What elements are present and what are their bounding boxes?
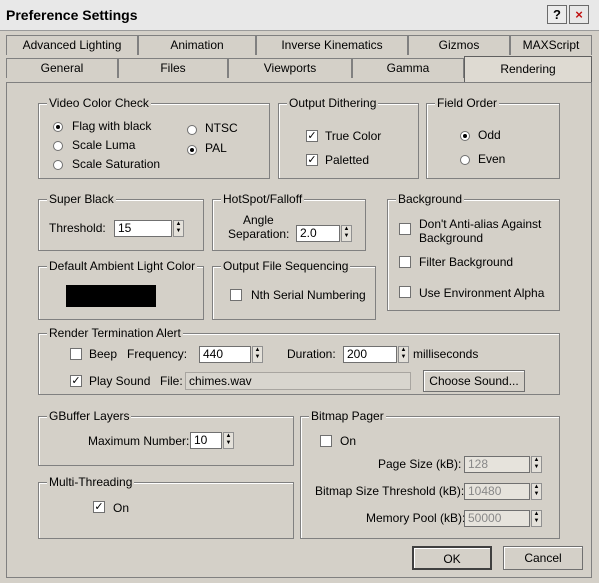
label-dont-antialias-1: Don't Anti-alias Against <box>419 217 542 231</box>
output-file-sequencing-legend: Output File Sequencing <box>221 259 351 273</box>
super-black-legend: Super Black <box>47 192 116 206</box>
field-order-legend: Field Order <box>435 96 500 110</box>
checkbox-filter-background[interactable] <box>399 256 411 268</box>
tab-gamma[interactable]: Gamma <box>352 58 464 78</box>
radio-pal[interactable] <box>187 145 197 155</box>
background-legend: Background <box>396 192 465 206</box>
tab-general[interactable]: General <box>6 58 118 78</box>
tab-rendering[interactable]: Rendering <box>464 56 592 82</box>
memory-pool-spinner[interactable]: ▲ ▼ <box>531 510 542 527</box>
window-title: Preference Settings <box>6 7 138 23</box>
label-odd: Odd <box>478 128 501 142</box>
title-bar: Preference Settings ? × <box>0 0 599 31</box>
checkbox-multithreading-on[interactable]: ✓ <box>93 501 105 513</box>
radio-ntsc[interactable] <box>187 125 197 135</box>
sound-file-field[interactable]: chimes.wav <box>185 372 411 390</box>
max-number-spinner[interactable]: ▲ ▼ <box>223 432 234 449</box>
checkbox-true-color[interactable]: ✓ <box>306 130 318 142</box>
label-filter-background: Filter Background <box>419 255 514 269</box>
render-termination-legend: Render Termination Alert <box>47 326 183 340</box>
bitmap-threshold-input[interactable]: 10480 <box>464 483 530 500</box>
gbuffer-legend: GBuffer Layers <box>47 409 132 423</box>
bitmap-pager-legend: Bitmap Pager <box>309 409 386 423</box>
default-ambient-legend: Default Ambient Light Color <box>47 259 198 273</box>
frequency-spinner[interactable]: ▲ ▼ <box>252 346 263 363</box>
radio-scale-luma[interactable] <box>53 141 63 151</box>
duration-spinner[interactable]: ▲ ▼ <box>398 346 409 363</box>
label-play-sound: Play Sound <box>89 374 151 388</box>
tab-viewports[interactable]: Viewports <box>228 58 352 78</box>
close-button[interactable]: × <box>569 5 589 24</box>
page-size-spinner[interactable]: ▲ ▼ <box>531 456 542 473</box>
radio-scale-saturation[interactable] <box>53 160 63 170</box>
checkbox-paletted[interactable]: ✓ <box>306 154 318 166</box>
label-nth-serial: Nth Serial Numbering <box>251 288 366 302</box>
multithreading-legend: Multi-Threading <box>47 475 135 489</box>
label-threshold: Threshold: <box>49 221 106 235</box>
label-multithreading-on: On <box>113 501 130 515</box>
hotspot-falloff-legend: HotSpot/Falloff <box>221 192 305 206</box>
label-bitmap-pager-on: On <box>340 434 357 448</box>
label-pal: PAL <box>205 141 227 155</box>
angle-separation-spinner[interactable]: ▲ ▼ <box>341 225 352 242</box>
duration-input[interactable]: 200 <box>343 346 397 363</box>
threshold-spinner[interactable]: ▲ ▼ <box>173 220 184 237</box>
video-color-check-legend: Video Color Check <box>47 96 151 110</box>
label-bitmap-threshold: Bitmap Size Threshold (kB): <box>315 484 465 498</box>
sound-file-name: chimes.wav <box>189 374 252 388</box>
label-page-size: Page Size (kB): <box>378 457 462 471</box>
label-duration: Duration: <box>287 347 336 361</box>
tab-inverse-kinematics[interactable]: Inverse Kinematics <box>256 35 408 55</box>
label-memory-pool: Memory Pool (kB): <box>366 511 466 525</box>
checkbox-use-env-alpha[interactable] <box>399 286 411 298</box>
tab-gizmos[interactable]: Gizmos <box>408 35 510 55</box>
label-angle: Angle <box>243 213 274 227</box>
output-dithering-legend: Output Dithering <box>287 96 379 110</box>
help-button[interactable]: ? <box>547 5 567 24</box>
label-beep: Beep <box>89 347 118 361</box>
label-true-color: True Color <box>325 129 382 143</box>
tab-maxscript[interactable]: MAXScript <box>510 35 592 55</box>
label-ntsc: NTSC <box>205 121 238 135</box>
label-use-env-alpha: Use Environment Alpha <box>419 286 545 300</box>
checkbox-bitmap-pager-on[interactable] <box>320 435 332 447</box>
frequency-input[interactable]: 440 <box>199 346 251 363</box>
label-dont-antialias-2: Background <box>419 231 484 245</box>
bitmap-threshold-spinner[interactable]: ▲ ▼ <box>531 483 542 500</box>
choose-sound-button[interactable]: Choose Sound... <box>423 370 525 392</box>
radio-flag-with-black[interactable] <box>53 122 63 132</box>
label-paletted: Paletted <box>325 153 370 167</box>
checkbox-beep[interactable] <box>70 348 82 360</box>
label-separation: Separation: <box>228 227 290 241</box>
checkbox-play-sound[interactable]: ✓ <box>70 375 82 387</box>
label-file: File: <box>160 374 183 388</box>
tab-files[interactable]: Files <box>118 58 228 78</box>
radio-even[interactable] <box>460 155 470 165</box>
tab-animation[interactable]: Animation <box>138 35 256 55</box>
label-even: Even <box>478 152 506 166</box>
ambient-color-swatch[interactable] <box>66 285 156 307</box>
tab-advanced-lighting[interactable]: Advanced Lighting <box>6 35 138 55</box>
ok-button[interactable]: OK <box>412 546 492 570</box>
radio-odd[interactable] <box>460 131 470 141</box>
angle-separation-input[interactable]: 2.0 <box>296 225 340 242</box>
label-flag-with-black: Flag with black <box>72 119 152 133</box>
threshold-input[interactable]: 15 <box>114 220 172 237</box>
label-frequency: Frequency: <box>127 347 188 361</box>
label-milliseconds: milliseconds <box>413 347 479 361</box>
close-icon: × <box>575 7 583 22</box>
label-scale-luma: Scale Luma <box>72 138 136 152</box>
cancel-button[interactable]: Cancel <box>503 546 583 570</box>
page-size-input[interactable]: 128 <box>464 456 530 473</box>
multithreading-group: Multi-Threading <box>38 475 294 539</box>
checkbox-nth-serial[interactable] <box>230 289 242 301</box>
checkbox-dont-antialias[interactable] <box>399 223 411 235</box>
label-scale-saturation: Scale Saturation <box>72 157 161 171</box>
memory-pool-input[interactable]: 50000 <box>464 510 530 527</box>
label-max-number: Maximum Number: <box>88 434 190 448</box>
max-number-input[interactable]: 10 <box>190 432 222 449</box>
